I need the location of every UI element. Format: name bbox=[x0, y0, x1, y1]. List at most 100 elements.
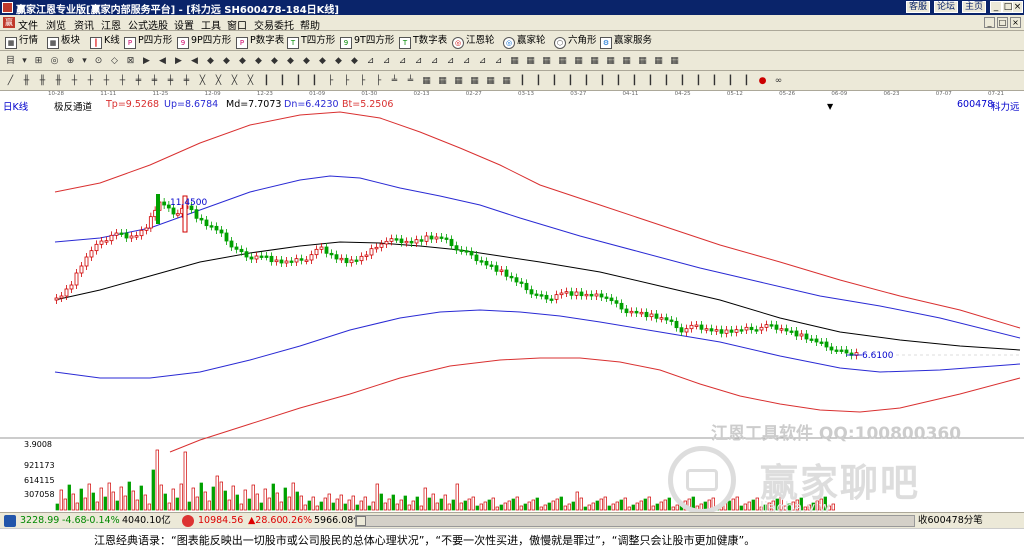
t-square-button[interactable]: T T四方形 bbox=[287, 34, 335, 49]
drawing-tool-icon[interactable]: ╪ bbox=[164, 75, 177, 88]
drawing-tool-icon[interactable]: ▦ bbox=[420, 75, 433, 88]
menu-trade[interactable]: 交易委托 bbox=[254, 17, 294, 32]
p-square-button[interactable]: P P四方形 bbox=[124, 34, 172, 49]
drawing-tool-icon[interactable]: ◆ bbox=[204, 55, 217, 68]
drawing-tool-icon[interactable]: ┃ bbox=[692, 75, 705, 88]
drawing-tool-icon[interactable]: ┃ bbox=[628, 75, 641, 88]
drawing-tool-icon[interactable]: ╳ bbox=[228, 75, 241, 88]
drawing-tool-icon[interactable]: ⊿ bbox=[444, 55, 457, 68]
kline-button[interactable]: ┃ K线 bbox=[90, 34, 120, 49]
drawing-tool-icon[interactable]: ⊙ bbox=[92, 55, 105, 68]
drawing-tool-icon[interactable]: ┃ bbox=[276, 75, 289, 88]
drawing-tool-icon[interactable]: ● bbox=[756, 75, 769, 88]
menu-help[interactable]: 帮助 bbox=[300, 17, 320, 32]
drawing-tool-icon[interactable]: ╧ bbox=[404, 75, 417, 88]
drawing-tool-icon[interactable]: ◆ bbox=[252, 55, 265, 68]
p-table-button[interactable]: P P数字表 bbox=[236, 34, 284, 49]
drawing-tool-icon[interactable]: ┃ bbox=[516, 75, 529, 88]
winner-wheel-button[interactable]: ◎ 赢家轮 bbox=[503, 34, 546, 49]
drawing-tool-icon[interactable]: ╪ bbox=[132, 75, 145, 88]
drawing-tool-icon[interactable]: ▦ bbox=[484, 75, 497, 88]
menu-formula[interactable]: 公式选股 bbox=[128, 17, 168, 32]
drawing-tool-icon[interactable]: ◎ bbox=[48, 55, 61, 68]
drawing-tool-icon[interactable]: ▦ bbox=[500, 75, 513, 88]
hexagon-button[interactable]: ⬡ 六角形 bbox=[554, 34, 597, 49]
menu-info[interactable]: 资讯 bbox=[74, 17, 94, 32]
drawing-tool-icon[interactable]: ╫ bbox=[52, 75, 65, 88]
drawing-tool-icon[interactable]: ▦ bbox=[508, 55, 521, 68]
drawing-tool-icon[interactable]: ╪ bbox=[148, 75, 161, 88]
drawing-tool-icon[interactable]: ◀ bbox=[156, 55, 169, 68]
menu-settings[interactable]: 设置 bbox=[174, 17, 194, 32]
menu-tools[interactable]: 工具 bbox=[201, 17, 221, 32]
t-table-button[interactable]: T T数字表 bbox=[399, 34, 447, 49]
drawing-tool-icon[interactable]: ├ bbox=[324, 75, 337, 88]
9p-square-button[interactable]: 9 9P四方形 bbox=[177, 34, 231, 49]
drawing-tool-icon[interactable]: ▦ bbox=[588, 55, 601, 68]
drawing-tool-icon[interactable]: ╫ bbox=[20, 75, 33, 88]
gann-wheel-button[interactable]: ◎ 江恩轮 bbox=[452, 34, 495, 49]
drawing-tool-icon[interactable]: ▦ bbox=[636, 55, 649, 68]
drawing-tool-icon[interactable]: ┼ bbox=[116, 75, 129, 88]
sector-button[interactable]: ▦ 板块 bbox=[47, 34, 80, 49]
drawing-tool-icon[interactable]: ┃ bbox=[532, 75, 545, 88]
drawing-tool-icon[interactable]: ⊿ bbox=[380, 55, 393, 68]
mdi-close-button[interactable]: × bbox=[1010, 17, 1021, 28]
drawing-tool-icon[interactable]: ⊿ bbox=[396, 55, 409, 68]
drawing-tool-icon[interactable]: ╳ bbox=[212, 75, 225, 88]
drawing-tool-icon[interactable]: ▾ bbox=[78, 55, 91, 68]
drawing-tool-icon[interactable]: ┃ bbox=[612, 75, 625, 88]
drawing-tool-icon[interactable]: ▦ bbox=[572, 55, 585, 68]
chart-scrollbar[interactable] bbox=[355, 515, 915, 527]
drawing-tool-icon[interactable]: 目 bbox=[4, 55, 17, 68]
drawing-tool-icon[interactable]: ◀ bbox=[188, 55, 201, 68]
drawing-tool-icon[interactable]: ⊿ bbox=[460, 55, 473, 68]
drawing-tool-icon[interactable]: ▦ bbox=[604, 55, 617, 68]
drawing-tool-icon[interactable]: ◆ bbox=[300, 55, 313, 68]
drawing-tool-icon[interactable]: ⊿ bbox=[476, 55, 489, 68]
drawing-tool-icon[interactable]: ┃ bbox=[596, 75, 609, 88]
minimize-button[interactable]: _ bbox=[990, 1, 1002, 13]
close-button[interactable]: × bbox=[1012, 1, 1023, 13]
drawing-tool-icon[interactable]: ╱ bbox=[4, 75, 17, 88]
drawing-tool-icon[interactable]: ┃ bbox=[708, 75, 721, 88]
scrollbar-thumb[interactable] bbox=[356, 516, 366, 526]
drawing-tool-icon[interactable]: ┃ bbox=[676, 75, 689, 88]
drawing-tool-icon[interactable]: ┼ bbox=[68, 75, 81, 88]
drawing-tool-icon[interactable]: ⊠ bbox=[124, 55, 137, 68]
drawing-tool-icon[interactable]: ⊕ bbox=[64, 55, 77, 68]
drawing-tool-icon[interactable]: ⊞ bbox=[32, 55, 45, 68]
dropdown-arrow-icon[interactable]: ▼ bbox=[827, 102, 833, 111]
drawing-tool-icon[interactable]: ∞ bbox=[772, 75, 785, 88]
drawing-tool-icon[interactable]: ┃ bbox=[308, 75, 321, 88]
drawing-tool-icon[interactable]: ┼ bbox=[84, 75, 97, 88]
mdi-restore-button[interactable]: □ bbox=[997, 17, 1008, 28]
quotes-button[interactable]: ▦ 行情 bbox=[5, 34, 38, 49]
drawing-tool-icon[interactable]: ▦ bbox=[652, 55, 665, 68]
drawing-tool-icon[interactable]: ▦ bbox=[436, 75, 449, 88]
drawing-tool-icon[interactable]: ▦ bbox=[540, 55, 553, 68]
menu-gann[interactable]: 江恩 bbox=[101, 17, 121, 32]
drawing-tool-icon[interactable]: ◆ bbox=[284, 55, 297, 68]
menu-window[interactable]: 窗口 bbox=[227, 17, 247, 32]
kline-chart[interactable]: 11.4500 6.6100 bbox=[0, 92, 1024, 512]
drawing-tool-icon[interactable]: ⊿ bbox=[364, 55, 377, 68]
drawing-tool-icon[interactable]: ┼ bbox=[100, 75, 113, 88]
drawing-tool-icon[interactable]: ◆ bbox=[220, 55, 233, 68]
drawing-tool-icon[interactable]: ╪ bbox=[180, 75, 193, 88]
homepage-button[interactable]: 主页 bbox=[962, 1, 987, 13]
drawing-tool-icon[interactable]: ⊿ bbox=[428, 55, 441, 68]
drawing-tool-icon[interactable]: ┃ bbox=[548, 75, 561, 88]
drawing-tool-icon[interactable]: ◆ bbox=[236, 55, 249, 68]
winner-service-button[interactable]: ⚙ 赢家服务 bbox=[600, 34, 652, 49]
drawing-tool-icon[interactable]: ⊿ bbox=[412, 55, 425, 68]
drawing-tool-icon[interactable]: ▦ bbox=[620, 55, 633, 68]
menu-file[interactable]: 文件 bbox=[18, 17, 38, 32]
drawing-tool-icon[interactable]: ┃ bbox=[260, 75, 273, 88]
drawing-tool-icon[interactable]: ┃ bbox=[644, 75, 657, 88]
drawing-tool-icon[interactable]: ╧ bbox=[388, 75, 401, 88]
mdi-minimize-button[interactable]: _ bbox=[984, 17, 995, 28]
drawing-tool-icon[interactable]: ┃ bbox=[724, 75, 737, 88]
drawing-tool-icon[interactable]: ▾ bbox=[18, 55, 31, 68]
drawing-tool-icon[interactable]: ◆ bbox=[316, 55, 329, 68]
